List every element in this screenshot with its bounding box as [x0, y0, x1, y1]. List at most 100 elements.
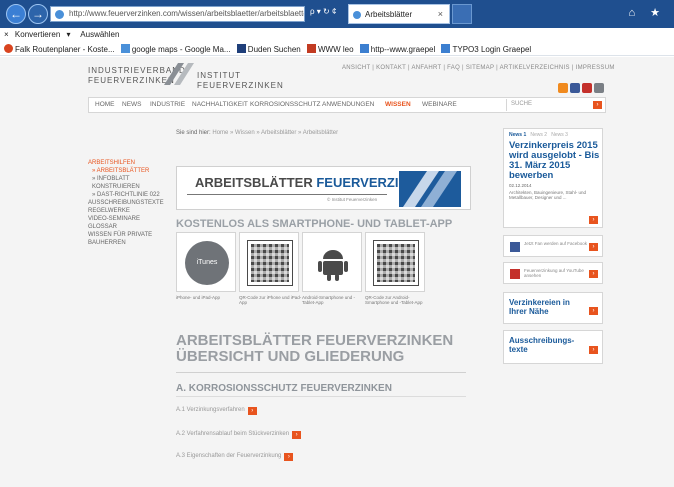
facebook-icon[interactable]	[570, 83, 580, 93]
nav-home[interactable]: HOME	[95, 101, 115, 108]
back-arrow-icon: ←	[10, 7, 22, 21]
leftnav-arbeitshilfen[interactable]: ARBEITSHILFEN	[88, 159, 168, 167]
browser-titlebar: ← → http://www.feuerverzinken.com/wissen…	[0, 0, 674, 28]
forward-button[interactable]: →	[28, 4, 48, 24]
itunes-icon: iTunes	[185, 241, 229, 285]
tab-close-icon[interactable]: ×	[438, 9, 443, 19]
tile-caption: iPhone- und iPad-App	[176, 295, 221, 300]
banner-title-main: ARBEITSBLÄTTER	[195, 175, 317, 190]
favorite-duden[interactable]: Duden Suchen	[236, 44, 301, 54]
leftnav-infoblatt[interactable]: » INFOBLATT KONSTRUIEREN	[88, 175, 168, 191]
news-tab-1[interactable]: News 1	[509, 132, 526, 138]
command-bar: × Konvertieren ▾ Auswählen	[0, 28, 674, 42]
favorites-bar: Falk Routenplaner - Koste... google maps…	[0, 42, 674, 56]
favorite-google-maps[interactable]: google maps - Google Ma...	[120, 44, 231, 54]
tile-caption: QR-Code zur Android-Smartphone und -Tabl…	[365, 295, 423, 305]
address-tools[interactable]: ρ ▾ ↻ ¢	[310, 7, 336, 16]
left-sidebar-nav: ARBEITSHILFEN » ARBEITSBLÄTTER » INFOBLA…	[88, 159, 168, 247]
overview-title-line: ÜBERSICHT UND GLIEDERUNG	[176, 348, 405, 365]
arrow-icon: ›	[589, 270, 598, 278]
logo-institut[interactable]: INSTITUT FEUERVERZINKEN	[197, 71, 284, 91]
favorite-label: Duden Suchen	[247, 45, 301, 54]
new-tab-button[interactable]	[452, 4, 472, 24]
doc-link-label: A.3 Eigenschaften der Feuerverzinkung	[176, 453, 282, 459]
graepel-icon	[359, 44, 369, 53]
qr-code-icon	[373, 240, 419, 286]
rss-icon[interactable]	[558, 83, 568, 93]
android-tile[interactable]	[302, 232, 362, 292]
news-tab-3[interactable]: News 3	[551, 132, 568, 138]
favorite-typo3[interactable]: TYPO3 Login Graepel	[441, 44, 531, 54]
qr-android-tile[interactable]	[365, 232, 425, 292]
nav-korrosionsschutz[interactable]: KORROSIONSSCHUTZ	[250, 101, 320, 108]
site-icon	[55, 10, 64, 19]
section-a-title: A. KORROSIONSSCHUTZ FEUERVERZINKEN	[176, 383, 392, 394]
breadcrumb: Sie sind hier: Home » Wissen » Arbeitsbl…	[176, 130, 338, 136]
doc-link-label: A.2 Verfahrensablauf beim Stückverzinken	[176, 431, 290, 437]
back-button[interactable]: ←	[6, 4, 26, 24]
nav-webinare[interactable]: WEBINARE	[422, 101, 457, 108]
breadcrumb-path[interactable]: Home » Wissen » Arbeitsblätter » Arbeits…	[212, 130, 338, 136]
apps-heading: KOSTENLOS ALS SMARTPHONE- UND TABLET-APP	[176, 218, 453, 230]
favorite-label: TYPO3 Login Graepel	[452, 45, 532, 54]
address-url: http://www.feuerverzinken.com/wissen/arb…	[69, 9, 305, 18]
nav-nachhaltigkeit[interactable]: NACHHALTIGKEIT	[192, 101, 248, 108]
google-maps-icon	[120, 44, 130, 53]
leftnav-dast[interactable]: » DAST-RICHTLINIE 022	[88, 191, 168, 199]
facebook-box[interactable]: Jetzt Fan werden auf Facebook ›	[503, 235, 603, 257]
email-icon[interactable]	[594, 83, 604, 93]
home-star-icons[interactable]: ⌂ ★	[628, 6, 666, 19]
news-text: Architekten, Bauingenieure, Stahl- und M…	[509, 190, 587, 200]
breadcrumb-prefix: Sie sind hier:	[176, 130, 211, 136]
search-go-arrow-icon[interactable]: ›	[593, 101, 602, 109]
nav-wissen[interactable]: WISSEN	[385, 101, 411, 108]
youtube-box[interactable]: Feuerverzinkung auf YouTube ansehen ›	[503, 262, 603, 284]
section-a-divider	[176, 396, 466, 397]
nav-industrie[interactable]: INDUSTRIE	[150, 101, 185, 108]
news-headline[interactable]: Verzinkerpreis 2015 wird ausgelobt - Bis…	[509, 141, 601, 181]
search-input[interactable]: SUCHE ›	[506, 99, 604, 111]
select-button[interactable]: Auswählen	[80, 30, 119, 39]
favorite-leo[interactable]: WWW leo	[306, 44, 354, 54]
doc-link-label: A.1 Verzinkungsverfahren	[176, 407, 245, 413]
tab-arbeitsblaetter[interactable]: Arbeitsblätter ×	[348, 4, 450, 24]
news-box: News 1 News 2 News 3 Verzinkerpreis 2015…	[503, 128, 603, 228]
banner-logo-icon	[399, 171, 461, 207]
doc-link-a3[interactable]: A.3 Eigenschaften der Feuerverzinkung ›	[176, 453, 294, 461]
arrow-icon: ›	[589, 243, 598, 251]
address-bar[interactable]: http://www.feuerverzinken.com/wissen/arb…	[50, 6, 305, 22]
utility-links[interactable]: ANSICHT | KONTAKT | ANFAHRT | FAQ | SITE…	[342, 65, 615, 71]
social-icons	[556, 83, 604, 95]
doc-link-a2[interactable]: A.2 Verfahrensablauf beim Stückverzinken…	[176, 431, 302, 439]
leftnav-ausschreibungstexte[interactable]: AUSSCHREIBUNGSTEXTE	[88, 199, 168, 207]
youtube-icon[interactable]	[582, 83, 592, 93]
nav-news[interactable]: NEWS	[122, 101, 142, 108]
leftnav-glossar[interactable]: GLOSSAR	[88, 223, 168, 231]
convert-button[interactable]: Konvertieren ▾	[15, 30, 75, 39]
favorite-graepel[interactable]: http--www.graepel	[359, 44, 436, 54]
leftnav-private-bauherren[interactable]: WISSEN FÜR PRIVATE BAUHERREN	[88, 231, 168, 247]
favorite-label: Falk Routenplaner - Koste...	[15, 45, 115, 54]
itunes-tile[interactable]: iTunes	[176, 232, 236, 292]
favorite-label: google maps - Google Ma...	[131, 45, 231, 54]
facebook-icon	[510, 242, 520, 252]
typo3-icon	[441, 44, 451, 53]
close-bar-icon[interactable]: ×	[4, 30, 9, 39]
favorite-label: http--www.graepel	[370, 45, 436, 54]
news-more-arrow-icon[interactable]: ›	[589, 216, 598, 224]
arrow-icon: ›	[292, 431, 302, 439]
news-tab-2[interactable]: News 2	[530, 132, 547, 138]
leftnav-regelwerke[interactable]: REGELWERKE	[88, 207, 168, 215]
logo-line: FEUERVERZINKEN	[197, 81, 284, 90]
leftnav-arbeitsblaetter[interactable]: » ARBEITSBLÄTTER	[88, 167, 168, 175]
arrow-icon: ›	[589, 307, 598, 315]
verzinkereien-box[interactable]: Verzinkereien in Ihrer Nähe ›	[503, 292, 603, 324]
qr-ios-tile[interactable]	[239, 232, 299, 292]
favorite-falk[interactable]: Falk Routenplaner - Koste...	[4, 44, 115, 54]
ausschreibungstexte-box[interactable]: Ausschreibungs-texte ›	[503, 330, 603, 364]
nav-anwendungen[interactable]: ANWENDUNGEN	[322, 101, 374, 108]
section-divider	[176, 372, 466, 373]
doc-link-a1[interactable]: A.1 Verzinkungsverfahren ›	[176, 407, 257, 415]
leftnav-video-seminare[interactable]: VIDEO-SEMINARE	[88, 215, 168, 223]
youtube-text: Feuerverzinkung auf YouTube ansehen	[524, 268, 584, 278]
